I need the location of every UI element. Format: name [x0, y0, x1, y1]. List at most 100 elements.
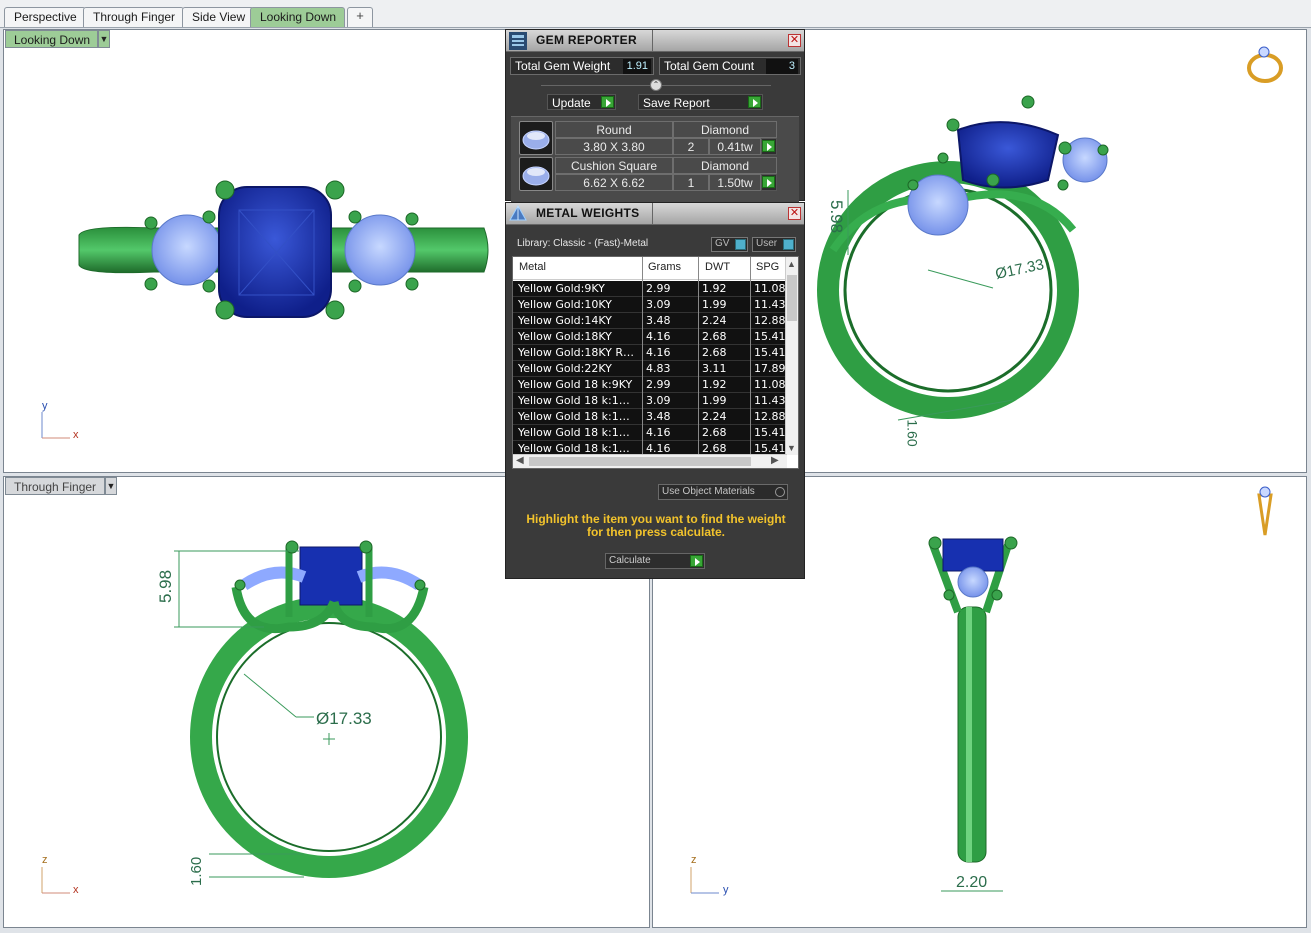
- column-divider: [642, 257, 643, 455]
- calculate-button[interactable]: Calculate: [605, 553, 705, 569]
- table-cell: 3.48: [646, 314, 671, 327]
- table-cell: Yellow Gold:10KY: [518, 298, 612, 311]
- radio-icon: [775, 487, 785, 497]
- gem-shape: Cushion Square: [555, 157, 673, 174]
- table-row[interactable]: Yellow Gold 18 k:1… 4.16 2.68 15.41: [513, 425, 787, 441]
- gem-select-button[interactable]: [761, 174, 777, 191]
- table-cell: 2.99: [646, 282, 671, 295]
- table-row[interactable]: Yellow Gold:14KY 3.48 2.24 12.88: [513, 313, 787, 329]
- metal-weights-title: METAL WEIGHTS: [536, 206, 640, 220]
- table-row[interactable]: Yellow Gold:18KY 4.16 2.68 15.41: [513, 329, 787, 345]
- scroll-right-icon[interactable]: ▶: [771, 455, 779, 466]
- gem-size: 3.80 X 3.80: [555, 138, 673, 155]
- metal-weights-table[interactable]: Metal Grams DWT SPG Yellow Gold:9KY 2.99 1…: [512, 256, 799, 469]
- table-cell: 4.83: [646, 362, 671, 375]
- close-icon[interactable]: ✕: [788, 34, 801, 47]
- table-cell: 3.09: [646, 298, 671, 311]
- gem-row[interactable]: Cushion Square Diamond 6.62 X 6.62 1 1.5…: [519, 157, 777, 191]
- scrollbar-thumb[interactable]: [529, 457, 751, 466]
- table-row[interactable]: Yellow Gold 18 k:9KY 2.99 1.92 11.08: [513, 377, 787, 393]
- table-row[interactable]: Yellow Gold 18 k:1… 3.09 1.99 11.43: [513, 393, 787, 409]
- table-cell: Yellow Gold 18 k:1…: [518, 394, 630, 407]
- column-divider: [698, 257, 699, 455]
- gem-select-button[interactable]: [761, 138, 777, 155]
- gv-toggle[interactable]: GV: [711, 237, 748, 252]
- play-icon: [762, 140, 775, 152]
- column-header-grams[interactable]: Grams: [648, 261, 681, 273]
- table-row[interactable]: Yellow Gold:10KY 3.09 1.99 11.43: [513, 297, 787, 313]
- round-gem-icon: [519, 121, 553, 155]
- collapse-toggle-icon[interactable]: ⌃: [650, 79, 662, 91]
- table-cell: 3.48: [646, 410, 671, 423]
- header-divider: [652, 30, 653, 52]
- tab-through-finger[interactable]: Through Finger: [83, 7, 185, 27]
- tab-perspective[interactable]: Perspective: [4, 7, 86, 27]
- toggle-icon: [783, 239, 794, 250]
- table-cell: 1.92: [702, 378, 727, 391]
- app-window: Perspective Through Finger Side View Loo…: [0, 0, 1311, 933]
- scrollbar-thumb[interactable]: [787, 275, 797, 321]
- table-cell: Yellow Gold:18KY R…: [518, 346, 635, 359]
- table-row[interactable]: Yellow Gold:22KY 4.83 3.11 17.89: [513, 361, 787, 377]
- table-header: Metal Grams DWT SPG: [513, 257, 787, 280]
- table-cell: Yellow Gold:18KY: [518, 330, 612, 343]
- gem-row[interactable]: Round Diamond 3.80 X 3.80 2 0.41tw: [519, 121, 777, 155]
- scroll-up-icon[interactable]: ▲: [787, 259, 796, 269]
- update-button[interactable]: Update: [547, 94, 616, 110]
- table-cell: Yellow Gold:22KY: [518, 362, 612, 375]
- gem-reporter-header[interactable]: GEM REPORTER ✕: [506, 30, 804, 52]
- total-gem-weight-value: 1.91: [623, 59, 651, 74]
- play-icon: [762, 176, 775, 188]
- gem-reporter-icon: [509, 32, 527, 50]
- table-cell: Yellow Gold 18 k:1…: [518, 410, 630, 423]
- close-icon[interactable]: ✕: [788, 207, 801, 220]
- user-toggle[interactable]: User: [752, 237, 796, 252]
- metal-weights-header[interactable]: METAL WEIGHTS ✕: [506, 203, 804, 225]
- table-row[interactable]: Yellow Gold:9KY 2.99 1.92 11.08: [513, 281, 787, 297]
- table-row[interactable]: Yellow Gold 18 k:1… 3.48 2.24 12.88: [513, 409, 787, 425]
- scroll-down-icon[interactable]: ▼: [787, 443, 796, 453]
- use-object-materials-label: Use Object Materials: [662, 486, 755, 497]
- calculate-hint: Highlight the item you want to find the …: [526, 512, 786, 539]
- use-object-materials-toggle[interactable]: Use Object Materials: [658, 484, 788, 500]
- gem-count: 2: [673, 138, 709, 155]
- tab-looking-down[interactable]: Looking Down: [250, 7, 346, 27]
- calculate-label: Calculate: [609, 555, 651, 566]
- gem-reporter-title: GEM REPORTER: [536, 33, 637, 47]
- column-divider: [750, 257, 751, 455]
- table-cell: 3.11: [702, 362, 727, 375]
- column-header-metal[interactable]: Metal: [519, 261, 546, 273]
- gem-count: 1: [673, 174, 709, 191]
- column-header-dwt[interactable]: DWT: [705, 261, 730, 273]
- axis-x-label: x: [73, 429, 79, 441]
- table-cell: 4.16: [646, 346, 671, 359]
- add-tab-button[interactable]: +: [347, 7, 373, 27]
- tab-side-view[interactable]: Side View: [182, 7, 255, 27]
- total-gem-weight: Total Gem Weight 1.91: [510, 57, 654, 75]
- dimension-thickness-label: 1.60: [188, 856, 205, 886]
- metal-weights-icon: [509, 204, 527, 221]
- table-cell: 1.99: [702, 394, 727, 407]
- save-report-label: Save Report: [643, 96, 710, 110]
- axis-y-label: y: [723, 884, 729, 896]
- dimension-height-label: 5.98: [156, 569, 175, 603]
- vertical-scrollbar[interactable]: ▲ ▼: [785, 257, 798, 455]
- horizontal-scrollbar[interactable]: ◀ ▶: [513, 454, 787, 468]
- total-gem-count-value: 3: [766, 59, 798, 74]
- scroll-left-icon[interactable]: ◀: [516, 455, 524, 466]
- gem-list: Round Diamond 3.80 X 3.80 2 0.41tw Cushi…: [511, 116, 799, 202]
- total-gem-count: Total Gem Count 3: [659, 57, 801, 75]
- play-icon: [690, 555, 703, 567]
- dimension-diameter-label: Ø17.33: [316, 709, 372, 728]
- table-cell: Yellow Gold:9KY: [518, 282, 605, 295]
- viewport-tab-bar: Perspective Through Finger Side View Loo…: [0, 0, 1311, 28]
- gem-weight: 1.50tw: [709, 174, 761, 191]
- header-divider: [652, 203, 653, 225]
- library-label: Library: Classic - (Fast)-Metal: [517, 238, 649, 249]
- table-row[interactable]: Yellow Gold:18KY R… 4.16 2.68 15.41: [513, 345, 787, 361]
- column-header-spg[interactable]: SPG: [756, 261, 779, 273]
- total-gem-weight-label: Total Gem Weight: [515, 59, 611, 73]
- save-report-button[interactable]: Save Report: [638, 94, 763, 110]
- table-cell: 1.99: [702, 298, 727, 311]
- axis-z-label: z: [42, 854, 48, 866]
